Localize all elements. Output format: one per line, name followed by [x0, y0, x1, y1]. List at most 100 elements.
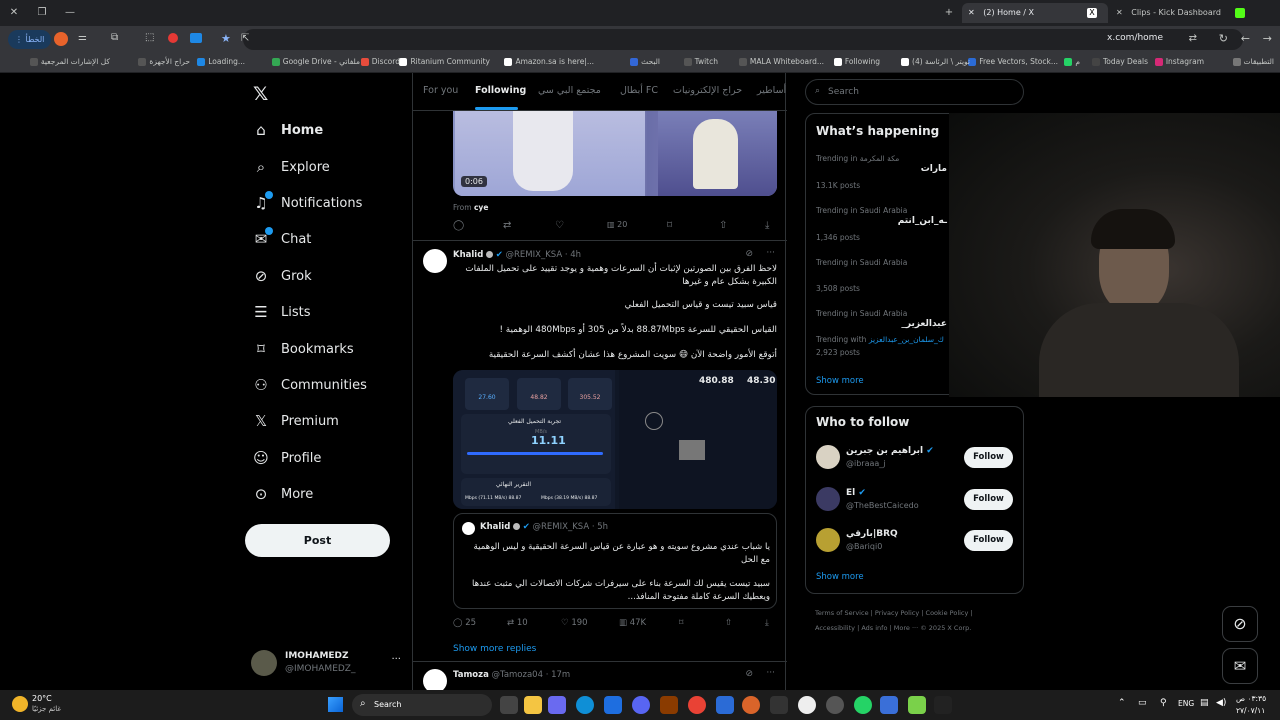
footer-link[interactable]: Privacy Policy: [875, 609, 919, 617]
bookmark-amazon[interactable]: Amazon.sa is here|...: [504, 57, 594, 66]
bookmark-instagram[interactable]: Instagram: [1154, 57, 1204, 66]
tab-electronics[interactable]: حراج الإلكترونيات: [673, 85, 742, 96]
language-indicator[interactable]: ENG: [1178, 699, 1194, 708]
repost-icon[interactable]: ⇄: [503, 220, 511, 231]
nav-bookmarks[interactable]: ⌑ Bookmarks: [253, 334, 354, 364]
trend-name[interactable]: عبدالعزير_: [901, 319, 947, 329]
reload-icon[interactable]: ↻: [1219, 32, 1228, 45]
video-thumbnail[interactable]: 0:06: [453, 111, 777, 196]
bookmark-google-drive[interactable]: Google Drive - ملفاتي: [271, 57, 360, 66]
app-icon[interactable]: [908, 696, 926, 714]
tray-chevron-icon[interactable]: ⌃: [1118, 698, 1126, 708]
share-icon[interactable]: ⇱: [241, 33, 249, 44]
avatar[interactable]: [423, 669, 447, 690]
bookmark-icon[interactable]: ⌑: [679, 618, 683, 628]
follow-button[interactable]: Follow: [964, 489, 1013, 510]
author-handle[interactable]: @Tamoza04: [492, 670, 543, 680]
bookmark-search[interactable]: البحث: [630, 57, 660, 66]
tab-following[interactable]: Following: [475, 85, 526, 96]
illustrator-icon[interactable]: [660, 696, 678, 714]
close-window-icon[interactable]: ✕: [6, 5, 22, 21]
file-explorer-icon[interactable]: [524, 696, 542, 714]
avatar[interactable]: [423, 249, 447, 273]
close-tab-icon[interactable]: ✕: [968, 8, 975, 17]
store-icon[interactable]: [604, 696, 622, 714]
close-tab-icon[interactable]: ✕: [1116, 8, 1123, 17]
bookmark-star-icon[interactable]: ★: [221, 32, 231, 45]
tweet-time[interactable]: · 17m: [546, 670, 571, 680]
tweet-time[interactable]: · 4h: [565, 250, 581, 260]
tab-community-pc[interactable]: مجتمع البي سي: [538, 85, 601, 96]
author-name[interactable]: Khalid: [453, 250, 483, 260]
messages-floating-icon[interactable]: ✉: [1222, 648, 1258, 684]
bookmark-mala[interactable]: MALA Whiteboard...: [738, 57, 824, 66]
grok-icon[interactable]: ⊘: [745, 249, 753, 259]
taskbar-search[interactable]: ⌕ Search: [352, 694, 492, 716]
bookmark-loading[interactable]: Loading...: [197, 57, 245, 66]
grok-floating-icon[interactable]: ⊘: [1222, 606, 1258, 642]
tab-legends[interactable]: أساطير: [757, 85, 786, 96]
error-chip[interactable]: ⋮ الخطأ: [8, 30, 52, 49]
download-icon[interactable]: ⤓: [765, 220, 769, 231]
forward-icon[interactable]: →: [1263, 32, 1272, 45]
nav-premium[interactable]: 𝕏 Premium: [253, 406, 339, 436]
nav-home[interactable]: ⌂ Home: [253, 115, 323, 145]
nav-profile[interactable]: ☺ Profile: [253, 443, 321, 473]
bookmark-discord[interactable]: Discord: [360, 57, 400, 66]
views-count[interactable]: ▥ 47K: [619, 618, 646, 628]
reply-button[interactable]: ◯ 25: [453, 618, 476, 628]
post-button[interactable]: Post: [245, 524, 390, 557]
grok-icon[interactable]: ⊘: [745, 669, 753, 679]
follow-suggestion-name[interactable]: ابراهيم بن جبرين ✔: [846, 446, 934, 456]
x-logo-icon[interactable]: 𝕏: [253, 83, 268, 105]
discord-icon[interactable]: [632, 696, 650, 714]
footer-link[interactable]: Cookie Policy: [926, 609, 969, 617]
app-icon[interactable]: [770, 696, 788, 714]
footer-link[interactable]: Accessibility: [815, 624, 855, 632]
reply-icon[interactable]: ◯: [453, 220, 464, 231]
share-icon[interactable]: ⇧: [725, 618, 732, 628]
tab-home-x[interactable]: ✕ (2) Home / X X: [962, 3, 1108, 23]
tab-fc-heroes[interactable]: أبطال FC: [620, 85, 658, 96]
weather-text[interactable]: غائم جزئيًا: [32, 705, 61, 713]
repost-button[interactable]: ⇄ 10: [507, 618, 528, 628]
bookmark-all[interactable]: كل الإشارات المرجعية: [29, 57, 110, 66]
edge-icon[interactable]: [576, 696, 594, 714]
more-icon[interactable]: ···: [766, 668, 775, 678]
app-icon[interactable]: [826, 696, 844, 714]
bookmark-m[interactable]: م: [1064, 57, 1080, 66]
bookmark-following[interactable]: Following: [833, 57, 880, 66]
download-icon[interactable]: ⤓: [765, 618, 769, 628]
like-icon[interactable]: ♡: [555, 220, 564, 231]
extension-icon[interactable]: ⧉: [111, 32, 118, 43]
minimize-window-icon[interactable]: —: [62, 5, 78, 21]
bookmark-ritanium[interactable]: Ritanium Community: [399, 57, 490, 66]
nav-chat[interactable]: ✉ Chat: [253, 224, 311, 254]
whatsapp-icon[interactable]: [854, 696, 872, 714]
address-bar[interactable]: ★ ⇱ x.com/home ⇄: [221, 29, 1243, 50]
network-icon[interactable]: ▤: [1200, 698, 1209, 708]
trend-name[interactable]: مارات: [921, 164, 947, 174]
like-button[interactable]: ♡ 190: [561, 618, 588, 628]
footer-link[interactable]: More ···: [894, 624, 918, 632]
restore-window-icon[interactable]: ❐: [34, 5, 50, 21]
chrome-icon[interactable]: [688, 696, 706, 714]
bookmark-icon[interactable]: ⌑: [667, 220, 672, 231]
profile-icon[interactable]: [54, 32, 68, 46]
bookmark-today-deals[interactable]: Today Deals: [1091, 57, 1148, 66]
puzzle-icon[interactable]: ⬚: [145, 32, 154, 43]
clock-time[interactable]: ٠٣:٣٥ ص: [1236, 694, 1266, 703]
app-icon[interactable]: [742, 696, 760, 714]
tab-kick[interactable]: ✕ Clips - Kick Dashboard: [1110, 3, 1256, 23]
nav-explore[interactable]: ⌕ Explore: [253, 152, 330, 182]
quote-tweet[interactable]: Khalid ✔ @REMIX_KSA · 5h يا شباب عندي مش…: [453, 513, 777, 609]
record-icon[interactable]: [168, 33, 178, 43]
author-handle[interactable]: @REMIX_KSA: [506, 250, 563, 260]
account-more-icon[interactable]: ···: [391, 654, 401, 665]
extensions-icon[interactable]: ⚌: [78, 32, 87, 43]
obs-icon[interactable]: [798, 696, 816, 714]
tweet-image[interactable]: 27.60 48.82 305.52 تجربة التحميل الفعلي …: [453, 370, 777, 509]
nav-communities[interactable]: ⚇ Communities: [253, 370, 367, 400]
bookmark-free-vectors[interactable]: Free Vectors, Stock...: [968, 57, 1058, 66]
follow-suggestion-name[interactable]: بارقي|BRQ: [846, 529, 898, 539]
